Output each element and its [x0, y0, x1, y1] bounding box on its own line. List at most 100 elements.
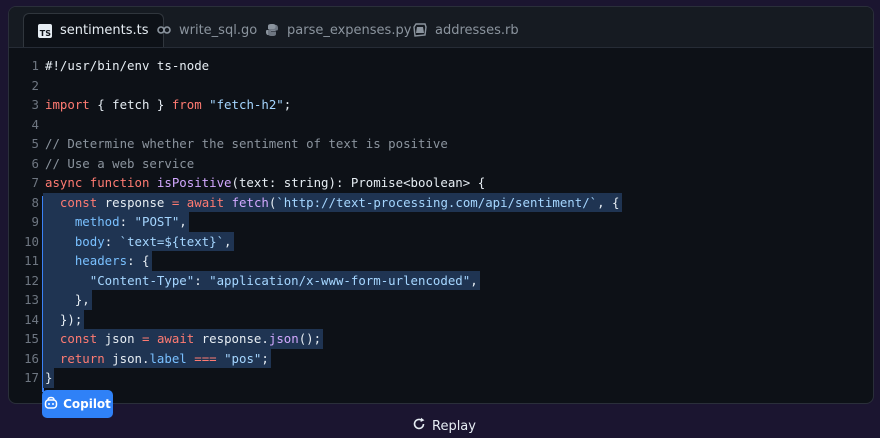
- tab-label: sentiments.ts: [60, 23, 149, 38]
- line-number: 7: [31, 175, 39, 190]
- code-line: 5 // Determine whether the sentiment of t…: [9, 134, 873, 154]
- copilot-button[interactable]: Copilot: [42, 390, 113, 418]
- code-token: // Determine whether the sentiment of te…: [45, 136, 448, 151]
- tab-label: parse_expenses.py: [287, 22, 412, 38]
- code-token: from: [171, 97, 202, 112]
- code-token: await: [156, 331, 195, 346]
- code-line: 4: [9, 115, 873, 135]
- code-token: headers: [74, 253, 128, 268]
- line-number: 1: [31, 58, 39, 73]
- code-token: `http://text-processing.com/api/sentimen…: [276, 194, 598, 210]
- code-text: #!/usr/bin/env ts-node: [45, 56, 209, 76]
- code-line: 2: [9, 76, 873, 96]
- code-token: ;: [261, 350, 269, 366]
- python-icon: [265, 23, 279, 37]
- code-token: , {: [597, 194, 620, 210]
- code-text: const response = await fetch(`http://tex…: [45, 193, 620, 213]
- code-token: : {: [127, 253, 150, 268]
- code-token: json.: [104, 350, 150, 366]
- code-token: fetch: [231, 194, 269, 210]
- code-token: (text: string): Promise<boolean> {: [231, 175, 486, 190]
- code-token: "pos": [224, 350, 262, 366]
- typescript-icon: TS: [38, 23, 52, 38]
- code-text: "Content-Type": "application/x-www-form-…: [45, 271, 478, 291]
- code-token: response.: [194, 331, 269, 346]
- line-number: 4: [31, 116, 39, 132]
- code-line: 3 import { fetch } from "fetch-h2";: [9, 95, 873, 115]
- code-line: 7 async function isPositive(text: string)…: [9, 173, 873, 193]
- code-token: async function: [45, 175, 150, 190]
- code-token: return: [59, 350, 105, 366]
- code-text: const json = await response.json();: [45, 329, 321, 349]
- code-token: ,: [224, 233, 232, 249]
- line-number: 14: [24, 311, 39, 327]
- code-token: response: [97, 194, 172, 210]
- code-token: ();: [298, 331, 322, 346]
- code-text: },: [45, 290, 90, 310]
- line-number: 17: [24, 370, 39, 385]
- code-token: "Content-Type": [89, 272, 195, 288]
- tab-bar: TS sentiments.ts write_sql.go parse_expe…: [9, 7, 873, 48]
- code-token: },: [45, 292, 90, 307]
- code-text: body: `text=${text}`,: [45, 232, 232, 252]
- line-number: 11: [24, 253, 39, 268]
- code-text: });: [45, 310, 82, 330]
- code-token: const: [59, 331, 98, 346]
- tab-label: addresses.rb: [435, 22, 519, 38]
- code-token: import: [45, 97, 90, 112]
- code-text: method: "POST",: [45, 212, 187, 232]
- code-token: :: [119, 214, 135, 229]
- replay-button[interactable]: Replay: [412, 416, 476, 436]
- line-number: 8: [31, 194, 39, 210]
- code-text: import { fetch } from "fetch-h2";: [45, 95, 291, 115]
- line-number: 6: [31, 155, 39, 171]
- code-token: // Use a web service: [45, 155, 195, 171]
- replay-icon: [412, 417, 426, 435]
- tab-addresses-rb[interactable]: addresses.rb: [399, 13, 533, 47]
- code-token: body: [74, 233, 105, 249]
- copilot-label: Copilot: [63, 397, 111, 411]
- replay-label: Replay: [432, 418, 476, 434]
- code-line: 12 "Content-Type": "application/x-www-fo…: [9, 270, 873, 291]
- code-token: isPositive: [156, 175, 232, 190]
- code-token: :: [194, 272, 210, 288]
- code-token: ,: [470, 272, 478, 288]
- line-number: 16: [24, 350, 39, 366]
- copilot-icon: [44, 396, 58, 413]
- line-number: 9: [31, 214, 39, 229]
- code-token: ===: [194, 350, 217, 366]
- code-token: :: [104, 233, 120, 249]
- code-token: const: [59, 194, 98, 210]
- code-token: json: [268, 331, 299, 346]
- go-icon: [157, 25, 171, 35]
- line-number: 15: [24, 331, 39, 346]
- code-token: method: [74, 214, 120, 229]
- line-number: 13: [24, 292, 39, 307]
- tab-label: write_sql.go: [179, 22, 258, 38]
- code-token: label: [149, 350, 187, 366]
- code-line: 16 return json.label === "pos";: [9, 348, 873, 369]
- code-line: 14 });: [9, 309, 873, 330]
- line-number: 12: [24, 272, 39, 288]
- code-text: }: [45, 368, 52, 388]
- code-token: }: [45, 370, 53, 385]
- code-line: 8 const response = await fetch(`http://t…: [9, 192, 873, 213]
- code-area[interactable]: 1 #!/usr/bin/env ts-node 2 3 import { fetch …: [9, 56, 873, 388]
- code-token: await: [186, 194, 225, 210]
- code-text: return json.label === "pos";: [45, 349, 269, 369]
- code-line: 13 },: [9, 290, 873, 310]
- line-number: 3: [31, 97, 39, 112]
- code-token: json: [97, 331, 142, 346]
- code-line: 6 // Use a web service: [9, 154, 873, 174]
- code-line: 10 body: `text=${text}`,: [9, 231, 873, 252]
